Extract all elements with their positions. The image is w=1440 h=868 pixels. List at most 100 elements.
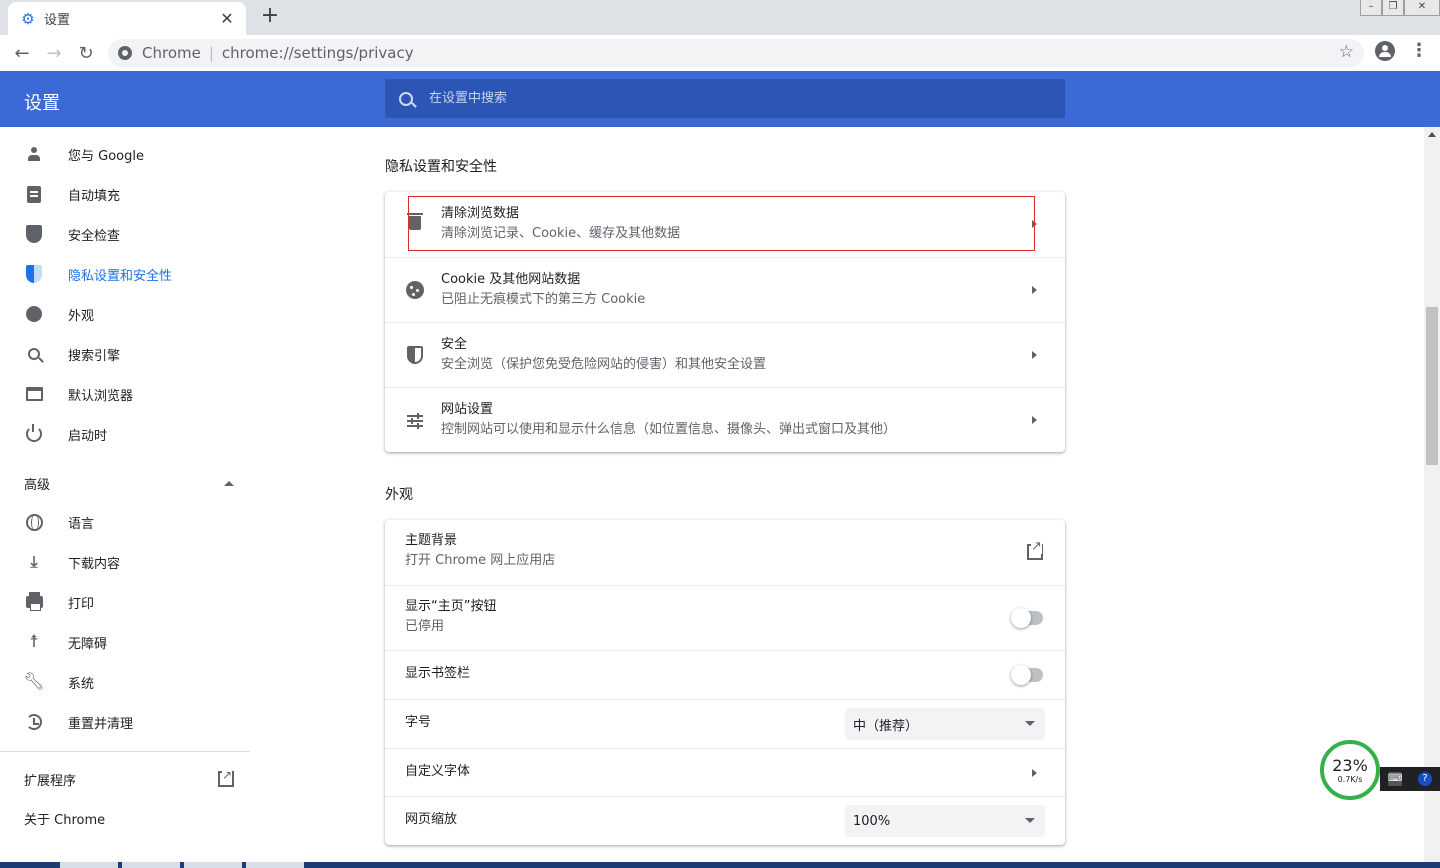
row-primary: 安全 bbox=[441, 337, 468, 352]
home-button-toggle[interactable] bbox=[1011, 608, 1043, 628]
settings-header: 设置 bbox=[0, 71, 1440, 127]
tab-title: 设置 bbox=[44, 13, 71, 28]
bookmark-star-icon[interactable]: ☆ bbox=[1339, 42, 1354, 62]
chrome-menu-icon[interactable]: ⋮ bbox=[1410, 41, 1428, 61]
sidebar-item-printing[interactable]: 打印 bbox=[0, 582, 250, 622]
sidebar-item-on-startup[interactable]: 启动时 bbox=[0, 414, 250, 454]
row-primary: 显示“主页”按钮 bbox=[405, 599, 497, 614]
tab-settings[interactable]: ⚙ 设置 ✕ bbox=[8, 2, 246, 35]
sidebar-item-label: 安全检查 bbox=[68, 228, 121, 244]
taskbar-item[interactable] bbox=[184, 862, 242, 868]
palette-icon bbox=[24, 304, 44, 324]
row-cookies[interactable]: Cookie 及其他网站数据 已阻止无痕模式下的第三方 Cookie bbox=[385, 257, 1065, 322]
restore-button[interactable]: ❐ bbox=[1382, 0, 1404, 16]
network-speed: 0.7K/s bbox=[1337, 774, 1363, 784]
globe-icon bbox=[24, 512, 44, 532]
chevron-right-icon bbox=[1032, 286, 1037, 294]
row-theme[interactable]: 主题背景 打开 Chrome 网上应用店 bbox=[385, 520, 1065, 585]
sidebar-item-label: 打印 bbox=[68, 596, 95, 612]
sidebar-item-languages[interactable]: 语言 bbox=[0, 502, 250, 542]
os-taskbar bbox=[0, 862, 1440, 868]
network-speed-widget[interactable]: 23% 0.7K/s bbox=[1320, 740, 1380, 800]
page-zoom-select[interactable]: 100% bbox=[845, 805, 1045, 837]
sidebar-item-search-engine[interactable]: 搜索引擎 bbox=[0, 334, 250, 374]
sidebar-item-downloads[interactable]: ⤓ 下载内容 bbox=[0, 542, 250, 582]
privacy-card: 清除浏览数据 清除浏览记录、Cookie、缓存及其他数据 Cookie 及其他网… bbox=[385, 192, 1065, 452]
accessibility-icon: ☨ bbox=[29, 632, 39, 652]
tab-strip: ⚙ 设置 ✕ + – ❐ ✕ bbox=[0, 0, 1440, 35]
open-in-new-icon[interactable] bbox=[1027, 540, 1043, 560]
network-percent: 23% bbox=[1332, 755, 1368, 775]
row-customize-fonts[interactable]: 自定义字体 bbox=[385, 748, 1065, 796]
row-text: 主题背景 打开 Chrome 网上应用店 bbox=[405, 531, 555, 571]
row-site-settings[interactable]: 网站设置 控制网站可以使用和显示什么信息（如位置信息、摄像头、弹出式窗口及其他） bbox=[385, 387, 1065, 452]
bookmarks-bar-toggle[interactable] bbox=[1011, 665, 1043, 685]
sidebar-item-accessibility[interactable]: ☨ 无障碍 bbox=[0, 622, 250, 662]
about-label: 关于 Chrome bbox=[24, 813, 106, 828]
sidebar-item-reset[interactable]: 重置并清理 bbox=[0, 702, 250, 742]
appearance-section-title: 外观 bbox=[385, 487, 413, 503]
row-show-bookmarks-bar[interactable]: 显示书签栏 bbox=[385, 650, 1065, 699]
sidebar-item-safety-check[interactable]: 安全检查 bbox=[0, 214, 250, 254]
row-text: 显示“主页”按钮 已停用 bbox=[405, 597, 496, 637]
settings-search-input[interactable] bbox=[429, 91, 1029, 106]
back-button[interactable]: ← bbox=[6, 37, 38, 69]
page-title: 设置 bbox=[24, 93, 60, 114]
privacy-section-title: 隐私设置和安全性 bbox=[385, 159, 497, 175]
row-clear-browsing-data[interactable]: 清除浏览数据 清除浏览记录、Cookie、缓存及其他数据 bbox=[385, 192, 1065, 257]
scrollbar-thumb[interactable] bbox=[1426, 307, 1438, 465]
settings-search-box[interactable] bbox=[385, 79, 1065, 118]
chevron-right-icon bbox=[1032, 769, 1037, 777]
row-primary: 主题背景 bbox=[405, 533, 458, 548]
open-in-new-icon bbox=[218, 768, 234, 787]
new-tab-button[interactable]: + bbox=[259, 5, 281, 27]
browser-toolbar: ← → ↻ Chrome | chrome://settings/privacy… bbox=[0, 35, 1440, 71]
print-icon bbox=[24, 592, 44, 612]
omnibox-url[interactable]: chrome://settings/privacy bbox=[222, 44, 414, 62]
row-primary: 网页缩放 bbox=[405, 812, 458, 827]
sidebar-item-label: 下载内容 bbox=[68, 556, 121, 572]
keyboard-icon[interactable]: ⌨ bbox=[1388, 772, 1402, 786]
forward-button[interactable]: → bbox=[38, 37, 70, 69]
sidebar-item-extensions[interactable]: 扩展程序 bbox=[24, 768, 234, 789]
extensions-label: 扩展程序 bbox=[24, 773, 77, 789]
omnibox-separator: | bbox=[208, 44, 214, 62]
omnibox[interactable]: Chrome | chrome://settings/privacy ☆ bbox=[108, 39, 1364, 67]
settings-sidebar: 您与 Google 自动填充 安全检查 隐私设置和安全性 外观 搜索引擎 默认浏… bbox=[0, 127, 250, 862]
scroll-up-arrow-icon[interactable] bbox=[1428, 132, 1436, 137]
reload-button[interactable]: ↻ bbox=[70, 37, 102, 69]
window-controls: – ❐ ✕ bbox=[1360, 0, 1440, 18]
page-scrollbar[interactable] bbox=[1424, 127, 1440, 862]
window-close-button[interactable]: ✕ bbox=[1404, 0, 1440, 16]
help-icon[interactable]: ? bbox=[1418, 772, 1432, 786]
sidebar-item-privacy[interactable]: 隐私设置和安全性 bbox=[0, 254, 250, 294]
security-shield-icon bbox=[405, 346, 425, 364]
power-icon bbox=[24, 424, 44, 444]
row-text: 自定义字体 bbox=[405, 762, 470, 782]
sidebar-item-default-browser[interactable]: 默认浏览器 bbox=[0, 374, 250, 414]
profile-avatar[interactable] bbox=[1375, 41, 1395, 61]
row-security[interactable]: 安全 安全浏览（保护您免受危险网站的侵害）和其他安全设置 bbox=[385, 322, 1065, 387]
row-primary: Cookie 及其他网站数据 bbox=[441, 272, 581, 287]
sidebar-item-appearance[interactable]: 外观 bbox=[0, 294, 250, 334]
sidebar-item-about-chrome[interactable]: 关于 Chrome bbox=[24, 809, 105, 828]
taskbar-item[interactable] bbox=[122, 862, 180, 868]
row-primary: 字号 bbox=[405, 715, 432, 730]
row-show-home-button[interactable]: 显示“主页”按钮 已停用 bbox=[385, 585, 1065, 650]
taskbar-item[interactable] bbox=[246, 862, 304, 868]
sidebar-item-label: 系统 bbox=[68, 676, 95, 692]
tune-icon bbox=[405, 413, 425, 427]
wrench-icon: 🔧︎ bbox=[23, 672, 45, 692]
minimize-button[interactable]: – bbox=[1360, 0, 1382, 16]
row-text: 安全 安全浏览（保护您免受危险网站的侵害）和其他安全设置 bbox=[441, 335, 766, 375]
search-icon bbox=[24, 344, 44, 364]
sidebar-item-system[interactable]: 🔧︎ 系统 bbox=[0, 662, 250, 702]
sidebar-item-you-and-google[interactable]: 您与 Google bbox=[0, 134, 250, 174]
font-size-select[interactable]: 中（推荐） bbox=[845, 708, 1045, 740]
taskbar-item[interactable] bbox=[60, 862, 118, 868]
advanced-section-toggle[interactable]: 高级 bbox=[24, 473, 234, 493]
close-tab-icon[interactable]: ✕ bbox=[218, 9, 236, 28]
sidebar-item-label: 搜索引擎 bbox=[68, 348, 121, 364]
shield-icon bbox=[24, 224, 44, 244]
sidebar-item-autofill[interactable]: 自动填充 bbox=[0, 174, 250, 214]
